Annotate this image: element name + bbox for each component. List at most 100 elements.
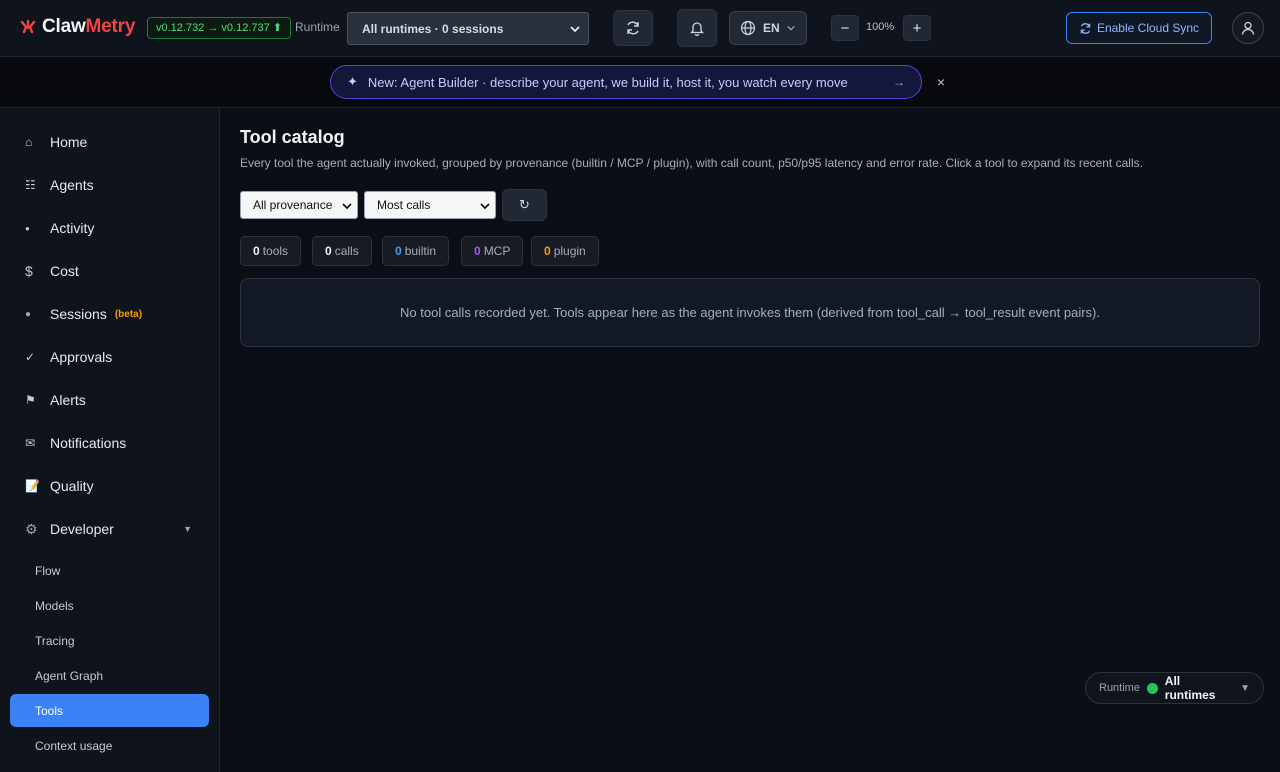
- zoom-out-button[interactable]: −: [831, 15, 859, 41]
- sidebar-item-label: Developer: [50, 521, 114, 537]
- logo-text-claw: Claw: [42, 16, 86, 37]
- runtime-pill-label: Runtime: [1099, 682, 1140, 694]
- chevron-down-icon: ▼: [183, 524, 192, 534]
- runtime-pill-value: All runtimes: [1164, 674, 1216, 702]
- empty-state-message: No tool calls recorded yet. Tools appear…: [400, 305, 1100, 320]
- chevron-down-icon: ▼: [1240, 682, 1250, 694]
- sidebar-item-developer[interactable]: ⚙ Developer ▼: [10, 511, 210, 547]
- dollar-icon: $: [25, 263, 33, 279]
- sidebar-item-agents[interactable]: ☷ Agents: [10, 167, 210, 203]
- banner-text: New: Agent Builder · describe your agent…: [367, 74, 848, 90]
- chevron-down-icon: [480, 203, 490, 210]
- sidebar-item-label: Home: [50, 134, 88, 150]
- language-label: EN: [763, 21, 780, 35]
- beta-badge: (beta): [114, 308, 143, 320]
- page-description: Every tool the agent actually invoked, g…: [240, 156, 1143, 170]
- sidebar-item-activity[interactable]: ● Activity: [10, 210, 210, 246]
- status-dot-icon: [1146, 682, 1158, 694]
- sidebar: ⌂ Home ☷ Agents ● Activity $ Cost ● Sess…: [0, 108, 220, 772]
- stat-label: tools: [262, 244, 289, 258]
- zoom-level: 100%: [866, 21, 895, 33]
- activity-icon: ●: [25, 223, 30, 233]
- announcement-row: ✦ New: Agent Builder · describe your age…: [0, 57, 1280, 108]
- sidebar-item-label: Agents: [50, 177, 94, 193]
- cloud-sync-label: Enable Cloud Sync: [1096, 21, 1200, 35]
- sidebar-subitem-context-usage[interactable]: Context usage: [10, 729, 209, 762]
- chevron-down-icon: [342, 203, 352, 210]
- sidebar-item-approvals[interactable]: ✓ Approvals: [10, 339, 210, 375]
- sidebar-item-label: Cost: [50, 263, 79, 279]
- provenance-filter-select[interactable]: All provenance: [240, 191, 358, 219]
- logo[interactable]: ClawMetry: [20, 16, 135, 38]
- sidebar-item-cost[interactable]: $ Cost: [10, 253, 210, 289]
- language-selector[interactable]: EN: [729, 11, 807, 45]
- empty-state: No tool calls recorded yet. Tools appear…: [240, 278, 1260, 347]
- gear-icon: ⚙: [25, 520, 38, 537]
- runtime-switcher-pill[interactable]: Runtime All runtimes ▼: [1085, 672, 1264, 704]
- memo-icon: 📝: [25, 479, 40, 493]
- sidebar-item-label: Alerts: [50, 392, 86, 408]
- sidebar-item-label: Sessions: [50, 306, 107, 322]
- arrow-right-icon: →: [893, 75, 905, 89]
- notifications-button[interactable]: [677, 9, 717, 47]
- sparkle-icon: ✦: [347, 74, 358, 89]
- zoom-in-button[interactable]: +: [903, 15, 931, 41]
- user-avatar-button[interactable]: [1232, 12, 1264, 44]
- sort-filter-select[interactable]: Most calls: [364, 191, 496, 219]
- stat-plugin: 0 plugin: [531, 236, 599, 266]
- sidebar-subitem-models[interactable]: Models: [10, 589, 209, 622]
- enable-cloud-sync-button[interactable]: Enable Cloud Sync: [1066, 12, 1212, 44]
- sidebar-item-quality[interactable]: 📝 Quality: [10, 468, 210, 504]
- stat-count: 0: [325, 244, 332, 258]
- refresh-icon: [627, 21, 639, 35]
- provenance-filter-value: All provenance: [253, 198, 333, 212]
- sidebar-subitem-tools[interactable]: Tools: [10, 694, 209, 727]
- user-icon: [1241, 21, 1255, 35]
- envelope-icon: ✉: [25, 436, 36, 450]
- sort-filter-value: Most calls: [377, 198, 431, 212]
- stat-label: builtin: [404, 244, 437, 258]
- stat-calls: 0 calls: [312, 236, 372, 266]
- agent-builder-banner[interactable]: ✦ New: Agent Builder · describe your age…: [330, 65, 922, 99]
- stat-builtin: 0 builtin: [382, 236, 450, 266]
- refresh-button[interactable]: [613, 10, 653, 46]
- refresh-icon: ↻: [519, 197, 530, 212]
- logo-text-metry: Metry: [85, 16, 136, 37]
- stat-count: 0: [474, 244, 481, 258]
- stat-tools: 0 tools: [240, 236, 302, 266]
- sidebar-item-notifications[interactable]: ✉ Notifications: [10, 425, 210, 461]
- sync-icon: [1080, 22, 1091, 34]
- check-icon: ✓: [25, 350, 36, 364]
- claw-logo-icon: [20, 19, 36, 34]
- sidebar-subitem-tracing[interactable]: Tracing: [10, 624, 209, 657]
- stat-label: plugin: [553, 244, 586, 258]
- version-badge[interactable]: v0.12.732 → v0.12.737 ⬆: [147, 17, 292, 39]
- stat-count: 0: [395, 244, 402, 258]
- runtime-select[interactable]: All runtimes · 0 sessions: [347, 12, 589, 45]
- refresh-catalog-button[interactable]: ↻: [502, 189, 547, 221]
- bell-icon: [690, 21, 704, 36]
- chevron-down-icon: [787, 25, 795, 31]
- top-bar: ClawMetry v0.12.732 → v0.12.737 ⬆ Runtim…: [0, 0, 1280, 57]
- runtime-label: Runtime: [295, 20, 340, 34]
- sidebar-item-label: Notifications: [50, 435, 127, 451]
- stat-count: 0: [253, 244, 260, 258]
- page-title: Tool catalog: [240, 127, 345, 147]
- close-banner-button[interactable]: ×: [934, 75, 948, 89]
- sessions-icon: ●: [25, 308, 32, 320]
- stat-mcp: 0 MCP: [461, 236, 524, 266]
- sidebar-item-label: Activity: [50, 220, 95, 236]
- stat-label: calls: [334, 244, 359, 258]
- sidebar-subitem-agent-graph[interactable]: Agent Graph: [10, 659, 209, 692]
- sidebar-item-label: Quality: [50, 478, 94, 494]
- sidebar-subitem-flow[interactable]: Flow: [10, 554, 209, 587]
- home-icon: ⌂: [25, 135, 33, 149]
- chevron-down-icon: [570, 26, 580, 33]
- globe-icon: [740, 20, 756, 36]
- sidebar-item-home[interactable]: ⌂ Home: [10, 124, 210, 160]
- sidebar-item-alerts[interactable]: ⚑ Alerts: [10, 382, 210, 418]
- sidebar-item-sessions[interactable]: ● Sessions (beta): [10, 296, 210, 332]
- sidebar-item-label: Approvals: [50, 349, 113, 365]
- list-icon: ☷: [25, 178, 36, 192]
- runtime-select-value: All runtimes · 0 sessions: [362, 21, 504, 36]
